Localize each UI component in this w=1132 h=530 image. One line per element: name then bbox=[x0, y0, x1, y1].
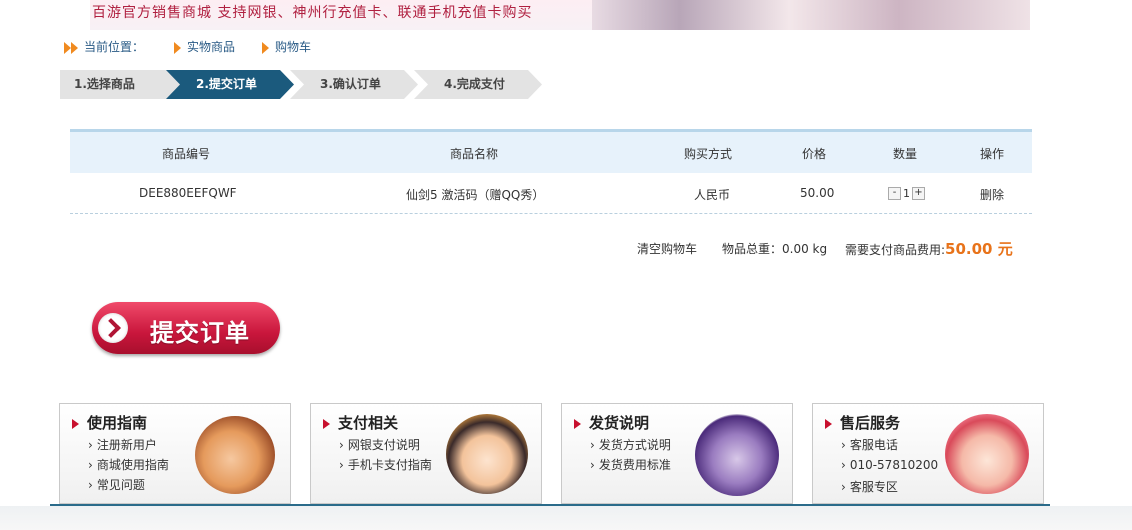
help-title: 使用指南 bbox=[72, 412, 147, 433]
help-box-after-sales: 售后服务 › 客服电话 › 010-57810200 › 客服专区 bbox=[812, 403, 1044, 504]
column-header-price: 价格 bbox=[802, 147, 827, 161]
step-select-goods: 1.选择商品 bbox=[60, 70, 188, 99]
item-name[interactable]: 仙剑5 激活码（赠QQ秀） bbox=[406, 186, 544, 203]
help-phone-number: › 010-57810200 bbox=[841, 458, 939, 472]
breadcrumb-item-cart[interactable]: 购物车 bbox=[262, 38, 311, 55]
red-arrow-icon bbox=[72, 418, 79, 429]
column-header-item-name: 商品名称 bbox=[450, 147, 499, 161]
cart-table-header: 商品编号 商品名称 购买方式 价格 数量 操作 bbox=[70, 129, 1032, 173]
order-progress-steps: 1.选择商品 2.提交订单 3.确认订单 4.完成支付 bbox=[60, 70, 552, 99]
table-row: DEE880EEFQWF 仙剑5 激活码（赠QQ秀） 人民币 50.00 -1 +… bbox=[70, 173, 1032, 214]
column-header-purchase-method: 购买方式 bbox=[684, 147, 733, 161]
column-header-item-id: 商品编号 bbox=[162, 147, 211, 161]
column-header-quantity: 数量 bbox=[893, 147, 918, 161]
total-weight: 物品总重：0.00 kg bbox=[722, 242, 828, 256]
quantity-decrease-button[interactable]: - bbox=[888, 186, 901, 200]
step-complete-payment: 4.完成支付 bbox=[414, 70, 542, 99]
banner-slogan: 百游官方销售商城 支持网银、神州行充值卡、联通手机充值卡购买 bbox=[92, 5, 533, 21]
step-confirm-order: 3.确认订单 bbox=[290, 70, 418, 99]
double-arrow-icon bbox=[64, 41, 71, 54]
help-link-bank-payment[interactable]: › 网银支付说明 bbox=[339, 436, 420, 453]
arrow-icon bbox=[71, 41, 78, 54]
banner-artwork bbox=[592, 0, 1030, 30]
total-fee-amount: 50.00 元 bbox=[945, 240, 1013, 258]
breadcrumb-current-location: 当前位置： bbox=[64, 38, 144, 55]
help-link-service-zone[interactable]: › 客服专区 bbox=[841, 478, 898, 495]
red-arrow-icon bbox=[323, 418, 330, 429]
red-arrow-icon bbox=[825, 418, 832, 429]
submit-order-button[interactable]: 提交订单 bbox=[92, 302, 280, 354]
delete-button[interactable]: 删除 bbox=[980, 186, 1004, 203]
help-link-register[interactable]: › 注册新用户 bbox=[88, 436, 157, 453]
help-title: 发货说明 bbox=[574, 412, 649, 433]
clear-cart-button[interactable]: 清空购物车 bbox=[637, 240, 697, 257]
help-link-mall-guide[interactable]: › 商城使用指南 bbox=[88, 456, 169, 473]
help-box-shipping: 发货说明 › 发货方式说明 › 发货费用标准 bbox=[561, 403, 793, 504]
arrow-icon bbox=[262, 41, 269, 54]
mascot-purple-cat-icon bbox=[695, 414, 779, 496]
help-box-usage-guide: 使用指南 › 注册新用户 › 商城使用指南 › 常见问题 bbox=[59, 403, 291, 504]
total-fee: 需要支付商品费用:50.00 元 bbox=[845, 240, 1013, 258]
red-arrow-icon bbox=[574, 418, 581, 429]
arrow-icon bbox=[174, 41, 181, 54]
help-link-service-phone[interactable]: › 客服电话 bbox=[841, 436, 898, 453]
item-price: 50.00 bbox=[800, 186, 835, 200]
help-title: 支付相关 bbox=[323, 412, 398, 433]
chevron-right-icon bbox=[101, 318, 121, 338]
mascot-fox-girl-icon bbox=[446, 414, 528, 494]
help-link-shipping-fee[interactable]: › 发货费用标准 bbox=[590, 456, 671, 473]
help-link-faq[interactable]: › 常见问题 bbox=[88, 476, 145, 493]
footer-background bbox=[0, 506, 1132, 530]
help-title: 售后服务 bbox=[825, 412, 900, 433]
mascot-pink-cat-icon bbox=[945, 414, 1029, 494]
help-link-card-payment[interactable]: › 手机卡支付指南 bbox=[339, 456, 432, 473]
step-submit-order: 2.提交订单 bbox=[166, 70, 294, 99]
mascot-warrior-icon bbox=[195, 416, 275, 494]
purchase-method: 人民币 bbox=[694, 188, 731, 202]
breadcrumb-item-physical-goods[interactable]: 实物商品 bbox=[174, 38, 235, 55]
quantity-stepper: -1 + bbox=[888, 186, 925, 200]
quantity-increase-button[interactable]: + bbox=[912, 186, 925, 200]
submit-order-label[interactable]: 提交订单 bbox=[150, 313, 250, 348]
quantity-value[interactable]: 1 bbox=[901, 187, 912, 200]
circle-arrow-icon bbox=[98, 313, 128, 343]
cart-table: 商品编号 商品名称 购买方式 价格 数量 操作 DEE880EEFQWF 仙剑5… bbox=[70, 129, 1032, 214]
help-link-shipping-method[interactable]: › 发货方式说明 bbox=[590, 436, 671, 453]
help-box-payment: 支付相关 › 网银支付说明 › 手机卡支付指南 bbox=[310, 403, 542, 504]
column-header-action: 操作 bbox=[980, 147, 1005, 161]
item-id: DEE880EEFQWF bbox=[139, 186, 237, 200]
